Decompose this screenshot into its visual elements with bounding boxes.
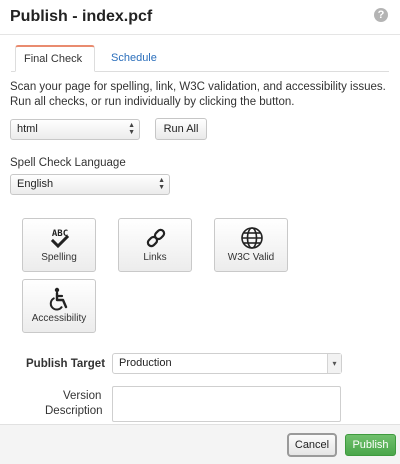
accessibility-icon bbox=[49, 287, 68, 311]
accessibility-label: Accessibility bbox=[31, 313, 87, 324]
select-arrows-icon: ▲ ▼ bbox=[128, 122, 135, 136]
tab-final-check[interactable]: Final Check bbox=[15, 45, 95, 72]
header-divider bbox=[0, 34, 400, 35]
publish-target-label: Publish Target bbox=[26, 358, 106, 370]
select-arrows-icon: ▲ ▼ bbox=[158, 177, 165, 191]
link-icon bbox=[146, 228, 166, 248]
final-check-intro: Scan your page for spelling, link, W3C v… bbox=[10, 81, 386, 108]
w3c-check-button[interactable]: W3C Valid bbox=[214, 218, 288, 272]
spellcheck-icon: ABC bbox=[50, 229, 70, 249]
tab-schedule[interactable]: Schedule bbox=[103, 45, 163, 72]
tab-bar: Final Check Schedule bbox=[11, 45, 389, 72]
cancel-button[interactable]: Cancel bbox=[287, 433, 337, 457]
version-label-line2: Description bbox=[45, 405, 103, 417]
spell-language-select[interactable]: English ▲ ▼ bbox=[10, 174, 170, 195]
version-label-line1: Version bbox=[63, 390, 102, 402]
question-icon[interactable]: ? bbox=[374, 8, 388, 22]
publish-target-select[interactable]: Production ▾ bbox=[112, 353, 342, 374]
accessibility-check-button[interactable]: Accessibility bbox=[22, 279, 96, 333]
dialog-title: Publish - index.pcf bbox=[10, 8, 153, 25]
publish-target-value: Production bbox=[119, 357, 172, 369]
dialog-header: Publish - index.pcf ? bbox=[0, 0, 400, 36]
globe-icon bbox=[241, 227, 263, 249]
version-description-input[interactable] bbox=[112, 386, 341, 422]
spelling-check-button[interactable]: ABC Spelling bbox=[22, 218, 96, 272]
spell-language-value: English bbox=[17, 178, 54, 190]
run-all-button[interactable]: Run All bbox=[155, 118, 207, 140]
publish-button[interactable]: Publish bbox=[345, 434, 396, 456]
scope-select[interactable]: html ▲ ▼ bbox=[10, 119, 140, 140]
spelling-label: Spelling bbox=[41, 252, 77, 263]
spell-language-label: Spell Check Language bbox=[10, 157, 126, 169]
scope-select-value: html bbox=[17, 123, 38, 135]
chevron-down-icon: ▾ bbox=[327, 354, 341, 373]
w3c-label: W3C Valid bbox=[227, 252, 275, 263]
dialog-footer: Cancel Publish bbox=[0, 424, 400, 464]
links-check-button[interactable]: Links bbox=[118, 218, 192, 272]
links-label: Links bbox=[143, 252, 167, 263]
